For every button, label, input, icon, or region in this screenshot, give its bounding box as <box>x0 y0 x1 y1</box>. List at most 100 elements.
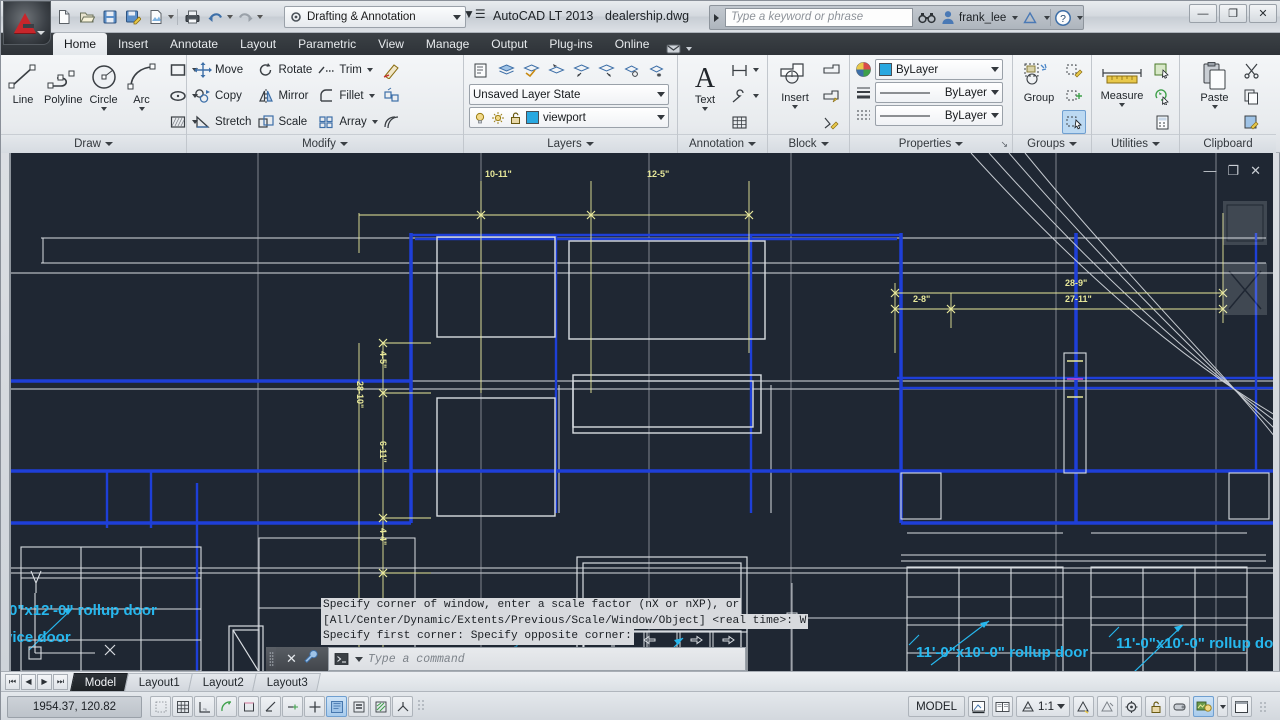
hatch-button[interactable] <box>166 110 190 134</box>
isolate-objects-button[interactable] <box>1193 696 1214 717</box>
annotation-visibility-button[interactable] <box>1073 696 1094 717</box>
group-select-button[interactable] <box>1062 110 1086 134</box>
panel-label-groups[interactable]: Groups <box>1013 134 1091 153</box>
chevron-down-icon[interactable] <box>792 105 798 109</box>
express-tools-icon[interactable] <box>666 43 693 55</box>
redo-button[interactable] <box>234 6 256 28</box>
osnap-tracking-button[interactable] <box>282 696 303 717</box>
block-attribute-button[interactable] <box>819 110 843 134</box>
chevron-down-icon[interactable] <box>138 107 145 111</box>
infer-constraints-button[interactable] <box>150 696 171 717</box>
current-layer-dropdown[interactable]: viewport <box>469 107 669 128</box>
stretch-button[interactable]: Stretch <box>191 110 254 134</box>
search-input[interactable]: Type a keyword or phrase <box>725 8 913 27</box>
model-space-button[interactable] <box>968 696 989 717</box>
chevron-down-icon[interactable] <box>753 94 759 98</box>
tab-manage[interactable]: Manage <box>415 33 480 55</box>
cut-button[interactable] <box>1240 58 1264 82</box>
color-dropdown[interactable]: ByLayer <box>875 59 1003 80</box>
paste-special-button[interactable] <box>1240 110 1264 134</box>
chevron-down-icon[interactable] <box>1211 105 1218 109</box>
quick-properties-button[interactable] <box>392 696 413 717</box>
panel-label-properties[interactable]: Properties ↘ <box>850 134 1012 153</box>
workspace-menu-icon[interactable]: ▼☰ <box>463 7 486 21</box>
trim-button[interactable]: Trim <box>315 58 365 82</box>
layout-next-button[interactable]: ▶ <box>37 673 52 690</box>
object-snap-button[interactable] <box>260 696 281 717</box>
tab-view[interactable]: View <box>367 33 415 55</box>
tab-layout1[interactable]: Layout1 <box>124 672 194 691</box>
chevron-down-icon[interactable] <box>1077 15 1084 20</box>
annotation-scale-selector[interactable]: 1:1 <box>1016 696 1070 717</box>
layer-freeze-button[interactable] <box>644 58 668 82</box>
panel-label-block[interactable]: Block <box>768 134 849 153</box>
tab-model[interactable]: Model <box>70 672 130 691</box>
command-input[interactable]: Type a command <box>328 647 746 671</box>
text-button[interactable]: A Text <box>686 58 724 112</box>
tab-annotate[interactable]: Annotate <box>159 33 229 55</box>
autodesk-360-icon[interactable] <box>1018 6 1042 29</box>
layout-prev-button[interactable]: ◀ <box>21 673 36 690</box>
close-button[interactable]: ✕ <box>1249 4 1277 23</box>
layer-state-dropdown[interactable]: Unsaved Layer State <box>469 84 669 105</box>
group-add-button[interactable] <box>1062 84 1086 108</box>
plot-preview-button[interactable] <box>145 6 167 28</box>
chevron-down-icon[interactable] <box>168 15 174 19</box>
drawing-minimize-button[interactable]: — <box>1203 164 1216 177</box>
drawing-close-button[interactable]: ✕ <box>1250 164 1261 177</box>
panel-label-utilities[interactable]: Utilities <box>1092 134 1179 153</box>
scale-button[interactable]: Scale <box>254 110 315 134</box>
polyline-button[interactable]: Polyline <box>43 58 84 107</box>
dynamic-input-button[interactable] <box>326 696 347 717</box>
panel-label-annotation[interactable]: Annotation <box>678 134 767 153</box>
command-close-button[interactable]: ✕ <box>286 651 297 667</box>
tab-plugins[interactable]: Plug-ins <box>538 33 603 55</box>
workspace-switcher[interactable]: Drafting & Annotation <box>284 6 466 28</box>
panel-label-clipboard[interactable]: Clipboard <box>1180 134 1276 153</box>
copy-clip-button[interactable] <box>1240 84 1264 108</box>
layout-view-button[interactable] <box>992 696 1013 717</box>
coordinates-display[interactable]: 1954.37, 120.82 <box>7 695 142 718</box>
group-edit-button[interactable] <box>1062 58 1086 82</box>
isolate-dropdown-button[interactable] <box>1217 696 1228 717</box>
layer-stack-button[interactable] <box>494 58 518 82</box>
lineweight-button[interactable] <box>348 696 369 717</box>
fillet-button[interactable]: Fillet <box>315 84 366 108</box>
linetype-dropdown[interactable]: ByLayer <box>875 82 1003 103</box>
new-file-button[interactable] <box>53 6 75 28</box>
chevron-down-icon[interactable] <box>366 68 373 72</box>
rotate-button[interactable]: Rotate <box>254 58 315 82</box>
tab-layout3[interactable]: Layout3 <box>252 672 322 691</box>
save-button[interactable] <box>99 6 121 28</box>
chevron-down-icon[interactable] <box>702 107 708 111</box>
chevron-down-icon[interactable] <box>100 107 107 111</box>
clean-screen-button[interactable] <box>1231 696 1252 717</box>
search-icon[interactable] <box>915 6 939 29</box>
ortho-mode-button[interactable] <box>216 696 237 717</box>
transparency-button[interactable] <box>370 696 391 717</box>
chevron-down-icon[interactable] <box>227 15 233 19</box>
leader-button[interactable] <box>727 84 751 108</box>
quick-select-button[interactable] <box>1150 58 1174 82</box>
chevron-down-icon[interactable] <box>1119 103 1125 107</box>
plot-button[interactable] <box>181 6 203 28</box>
status-bar-resize-grip[interactable] <box>1259 699 1271 715</box>
ellipse-button[interactable] <box>166 84 190 108</box>
layer-properties-button[interactable] <box>469 58 493 82</box>
wrench-icon[interactable] <box>303 649 318 669</box>
chevron-down-icon[interactable] <box>368 94 375 98</box>
rectangle-button[interactable] <box>166 58 190 82</box>
tab-layout[interactable]: Layout <box>229 33 287 55</box>
tab-online[interactable]: Online <box>604 33 661 55</box>
move-button[interactable]: Move <box>191 58 254 82</box>
chevron-down-icon[interactable] <box>371 120 378 124</box>
save-as-button[interactable] <box>122 6 144 28</box>
explode-button[interactable] <box>380 84 404 108</box>
mirror-button[interactable]: Mirror <box>254 84 315 108</box>
infocenter-expand-button[interactable] <box>710 6 723 29</box>
dimension-button[interactable] <box>727 58 751 82</box>
toolbar-lock-button[interactable] <box>1145 696 1166 717</box>
measure-button[interactable]: Measure <box>1097 58 1147 108</box>
chevron-down-icon[interactable] <box>753 68 759 72</box>
group-button[interactable]: Group <box>1018 58 1060 105</box>
